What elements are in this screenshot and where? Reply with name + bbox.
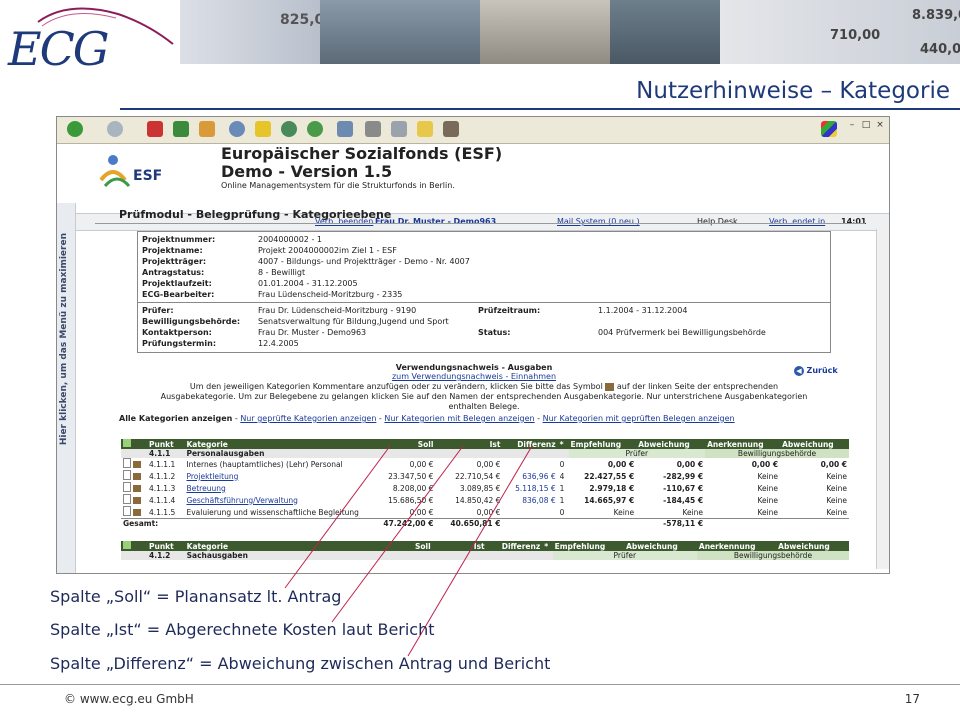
annotation-differenz: Spalte „Differenz“ = Abweichung zwischen… (50, 654, 551, 673)
annotation-arrows (284, 445, 533, 657)
page-number: 17 (904, 692, 920, 706)
annotation-soll: Spalte „Soll“ = Planansatz lt. Antrag (50, 587, 342, 606)
footer-copyright: © www.ecg.eu GmbH (64, 692, 194, 706)
footer-rule (0, 684, 960, 685)
annotation-ist: Spalte „Ist“ = Abgerechnete Kosten laut … (50, 620, 435, 639)
arrow-soll (284, 445, 391, 589)
